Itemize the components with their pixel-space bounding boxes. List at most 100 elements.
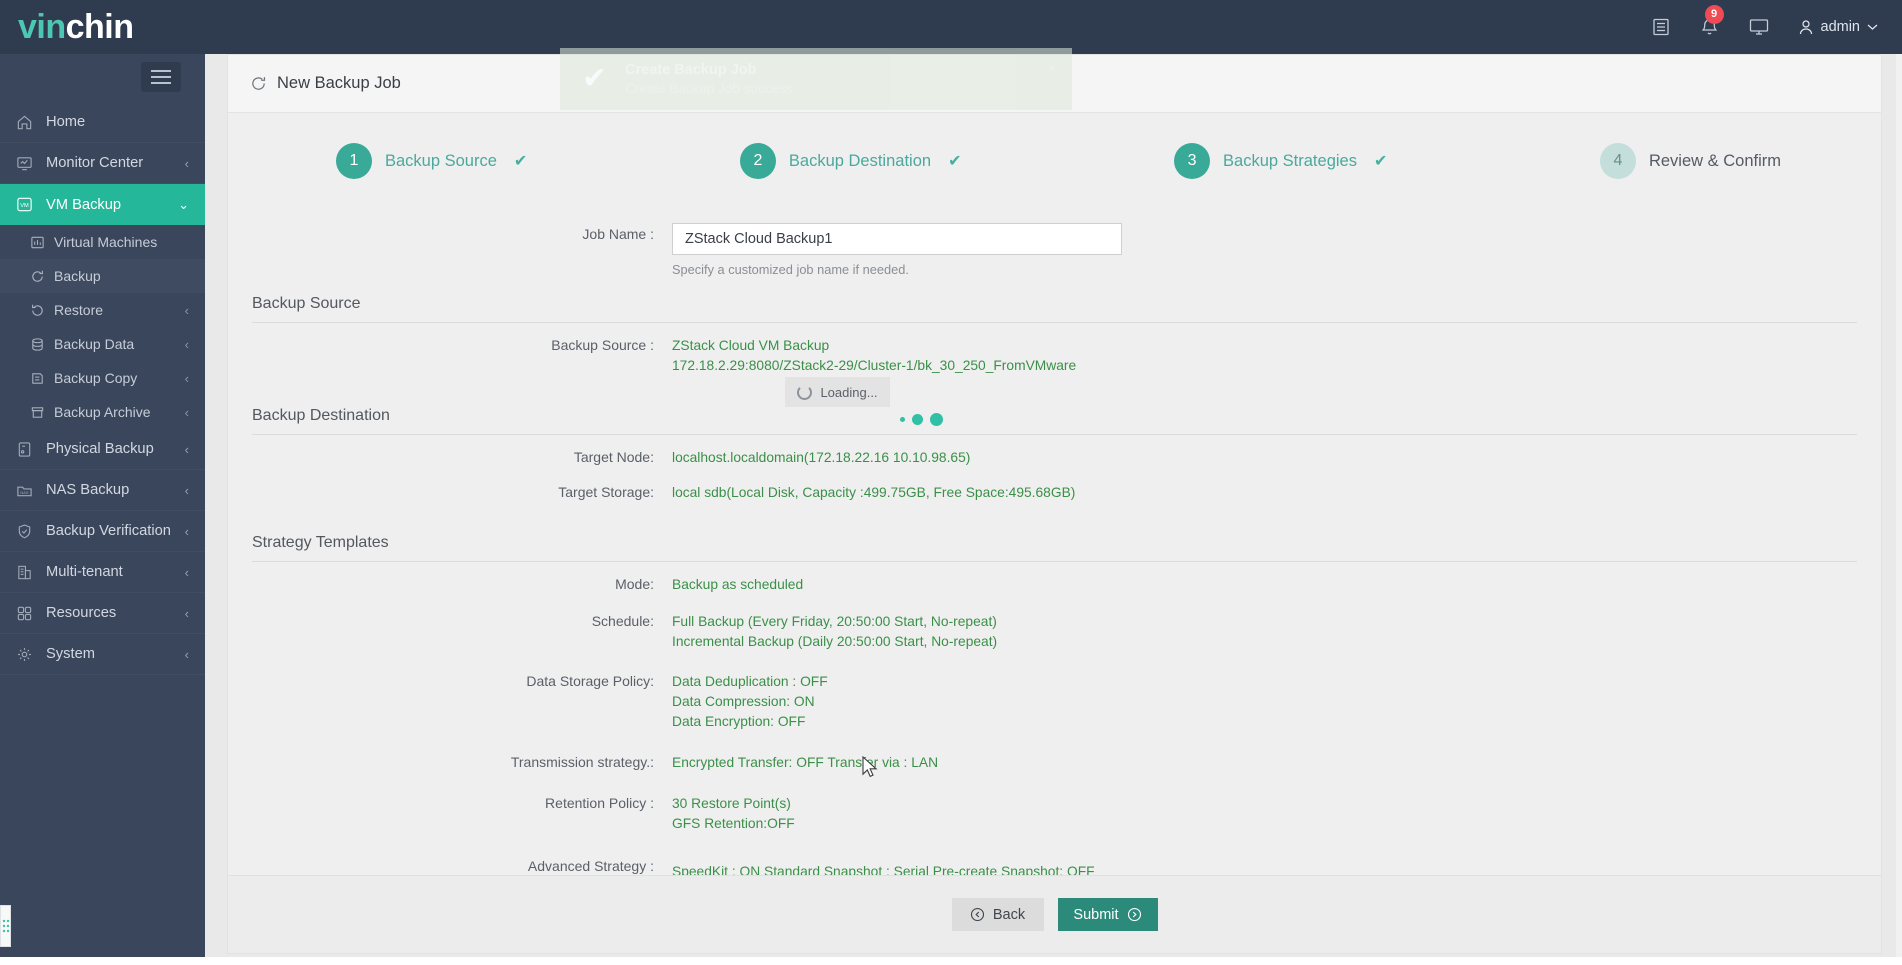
- value-line: Data Compression: ON: [672, 694, 815, 709]
- sidebar-subitem-label: Restore: [54, 302, 104, 318]
- user-menu[interactable]: admin: [1798, 19, 1879, 36]
- back-button[interactable]: Back: [951, 898, 1044, 931]
- main-content: New Backup Job 1 Backup Source ✔ 2 Backu…: [205, 54, 1902, 965]
- top-bar-actions: 9 admin: [1651, 4, 1879, 38]
- vm-list-icon: [30, 235, 54, 250]
- mode-value: Backup as scheduled: [672, 575, 1857, 595]
- submit-button[interactable]: Submit: [1057, 898, 1158, 931]
- notification-badge: 9: [1704, 4, 1724, 24]
- value-line: Data Encryption: OFF: [672, 714, 806, 729]
- target-storage-value: local sdb(Local Disk, Capacity :499.75GB…: [672, 483, 1857, 503]
- value-line: localhost.localdomain(172.18.22.16 10.10…: [672, 450, 971, 465]
- section-heading-backup-destination: Backup Destination: [252, 407, 390, 424]
- spinner-icon: [797, 384, 813, 400]
- transmission-strategy-value: Encrypted Transfer: OFF Transfer via : L…: [672, 753, 1857, 773]
- value-line: 172.18.2.29:8080/ZStack2-29/Cluster-1/bk…: [672, 358, 1077, 373]
- monitor-icon[interactable]: [1748, 17, 1770, 37]
- drag-dots-icon: [2, 919, 9, 933]
- sidebar-item-resources[interactable]: Resources ‹: [0, 593, 205, 634]
- step-review-confirm[interactable]: 4 Review & Confirm: [1599, 143, 1781, 179]
- step-backup-destination[interactable]: 2 Backup Destination ✔: [739, 143, 962, 179]
- step-backup-strategies[interactable]: 3 Backup Strategies ✔: [1174, 143, 1387, 179]
- sidebar-subitem-label: Backup Archive: [54, 404, 151, 420]
- step-label: Review & Confirm: [1648, 151, 1781, 170]
- sidebar-item-label: Monitor Center: [46, 155, 144, 171]
- sidebar-item-home[interactable]: Home: [0, 102, 205, 143]
- sidebar-item-backup-copy[interactable]: Backup Copy ‹: [0, 361, 205, 395]
- sidebar-subitem-arrow: ‹: [184, 336, 189, 352]
- check-icon: ✔: [513, 153, 528, 170]
- sidebar-item-label: Multi-tenant: [46, 564, 123, 580]
- monitor-chart-icon: [16, 155, 42, 172]
- sidebar-item-monitor-center[interactable]: Monitor Center ‹: [0, 143, 205, 184]
- step-label: Backup Destination: [788, 151, 932, 170]
- value-line: local sdb(Local Disk, Capacity :499.75GB…: [672, 485, 1076, 500]
- sidebar-item-virtual-machines[interactable]: Virtual Machines: [0, 225, 205, 259]
- sidebar-item-physical-backup[interactable]: Physical Backup ‹: [0, 429, 205, 470]
- section-heading-backup-source: Backup Source: [252, 295, 361, 312]
- restore-icon: [30, 303, 54, 318]
- loading-indicator: Loading...: [785, 377, 890, 407]
- svg-text:VM: VM: [20, 203, 29, 209]
- value-line: GFS Retention:OFF: [672, 816, 795, 831]
- value-line: Incremental Backup (Daily 20:50:00 Start…: [672, 634, 998, 649]
- sidebar-item-label: NAS Backup: [46, 482, 130, 498]
- sidebar-item-backup-data[interactable]: Backup Data ‹: [0, 327, 205, 361]
- page-scrollbar[interactable]: [1896, 54, 1902, 965]
- target-storage-label: Target Storage:: [558, 484, 654, 500]
- job-name-input[interactable]: [672, 223, 1122, 255]
- copy-icon: [30, 371, 54, 386]
- card-header: New Backup Job: [228, 55, 1881, 113]
- job-name-row: Job Name : Specify a customized job name…: [228, 209, 1881, 277]
- sidebar-item-arrow: ‹: [184, 646, 189, 662]
- job-name-hint: Specify a customized job name if needed.: [672, 262, 909, 277]
- brand-logo[interactable]: vinchin: [18, 10, 134, 44]
- bottom-strip: [0, 957, 1902, 965]
- check-icon: ✔: [1373, 153, 1388, 170]
- sidebar-item-arrow: ‹: [184, 155, 189, 171]
- back-button-label: Back: [992, 906, 1026, 923]
- sidebar-collapse-button[interactable]: [141, 62, 181, 92]
- data-storage-policy-value: Data Deduplication : OFF Data Compressio…: [672, 672, 1857, 732]
- schedule-value: Full Backup (Every Friday, 20:50:00 Star…: [672, 612, 1857, 652]
- sidebar-item-system[interactable]: System ‹: [0, 634, 205, 675]
- sidebar-edge-toggle[interactable]: [0, 905, 11, 947]
- row-transmission-strategy: Transmission strategy.: Encrypted Transf…: [228, 745, 1881, 786]
- value-line: Backup as scheduled: [672, 577, 804, 592]
- shield-check-icon: [16, 523, 42, 540]
- sidebar-item-multi-tenant[interactable]: Multi-tenant ‹: [0, 552, 205, 593]
- row-schedule: Schedule: Full Backup (Every Friday, 20:…: [228, 608, 1881, 665]
- sidebar-item-nas-backup[interactable]: NAS NAS Backup ‹: [0, 470, 205, 511]
- sidebar-item-arrow: ‹: [184, 564, 189, 580]
- sidebar-item-backup-verification[interactable]: Backup Verification ‹: [0, 511, 205, 552]
- sidebar-subitem-arrow: ‹: [184, 404, 189, 420]
- application-root: vinchin 9 admin Home Monitor Center ‹ VM…: [0, 0, 1902, 965]
- schedule-label: Schedule:: [591, 613, 654, 629]
- sidebar-item-backup[interactable]: Backup: [0, 259, 205, 293]
- check-icon: ✔: [948, 153, 962, 170]
- transmission-strategy-label: Transmission strategy.:: [510, 754, 654, 770]
- step-backup-source[interactable]: 1 Backup Source ✔: [336, 143, 527, 179]
- list-icon[interactable]: [1651, 17, 1671, 37]
- mouse-cursor: [862, 756, 880, 780]
- sidebar-item-vm-backup[interactable]: VM VM Backup ⌄: [0, 184, 205, 225]
- sidebar-item-arrow: ‹: [184, 441, 189, 457]
- top-bar: vinchin 9 admin: [0, 0, 1902, 54]
- sidebar-item-backup-archive[interactable]: Backup Archive ‹: [0, 395, 205, 429]
- value-line: Encrypted Transfer: OFF Transfer via : L…: [672, 755, 939, 770]
- user-name: admin: [1820, 19, 1861, 35]
- sidebar-item-arrow: ‹: [184, 482, 189, 498]
- bell-icon[interactable]: 9: [1699, 4, 1724, 38]
- sidebar-subitem-arrow: ‹: [184, 370, 189, 386]
- retention-policy-value: 30 Restore Point(s) GFS Retention:OFF: [672, 794, 1857, 834]
- vm-icon: VM: [16, 196, 42, 213]
- refresh-icon: [250, 75, 267, 92]
- user-icon: [1799, 19, 1812, 34]
- chevron-down-icon: [1867, 24, 1878, 30]
- chevron-down-icon: ⌄: [178, 196, 189, 212]
- row-mode: Mode: Backup as scheduled: [228, 562, 1881, 608]
- retention-policy-label: Retention Policy :: [545, 795, 654, 811]
- job-name-label: Job Name :: [582, 226, 654, 242]
- server-icon: [16, 441, 42, 458]
- sidebar-item-restore[interactable]: Restore ‹: [0, 293, 205, 327]
